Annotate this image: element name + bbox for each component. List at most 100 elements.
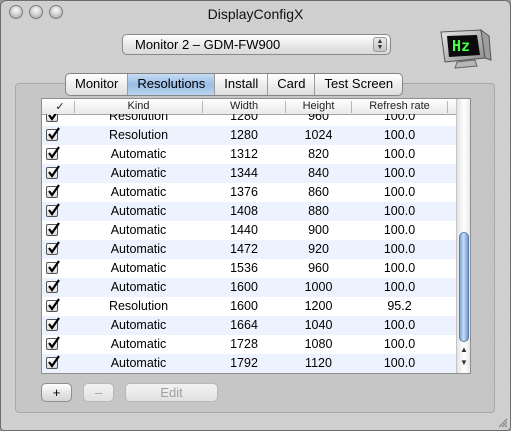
scroll-down-arrow-icon[interactable]: ▼ [459, 358, 469, 368]
cell-width: 1376 [230, 185, 258, 199]
cell-height: 820 [308, 147, 329, 161]
enabled-checkbox[interactable] [46, 114, 58, 122]
cell-kind: Automatic [110, 242, 167, 256]
cell-refresh-rate: 100.0 [383, 185, 416, 199]
cell-refresh-rate: 100.0 [383, 280, 416, 294]
cell-kind: Automatic [110, 204, 167, 218]
tab-resolutions[interactable]: Resolutions [128, 74, 216, 95]
table-row[interactable]: Resolution 1280 960 100.0 [42, 114, 456, 126]
cell-kind: Resolution [108, 128, 169, 142]
cell-refresh-rate: 100.0 [383, 242, 416, 256]
table-row[interactable]: Automatic 1440 900 100.0 [42, 221, 456, 240]
cell-height: 880 [308, 204, 329, 218]
cell-width: 1536 [230, 261, 258, 275]
table-row[interactable]: Automatic 1344 840 100.0 [42, 164, 456, 183]
table-row[interactable]: Automatic 1472 920 100.0 [42, 240, 456, 259]
cell-height: 900 [308, 223, 329, 237]
tab-card[interactable]: Card [268, 74, 316, 95]
tab-monitor[interactable]: Monitor [66, 74, 129, 95]
cell-height: 920 [308, 242, 329, 256]
window-title: DisplayConfigX [207, 6, 304, 22]
cell-kind: Automatic [110, 356, 167, 370]
cell-width: 1344 [230, 166, 258, 180]
cell-height: 960 [308, 114, 329, 123]
resolutions-table: ✓ Kind Width Height Refresh rate Resolut… [41, 98, 471, 374]
enabled-checkbox[interactable] [46, 146, 60, 160]
cell-kind: Automatic [110, 318, 167, 332]
table-row[interactable]: Automatic 1600 1000 100.0 [42, 278, 456, 297]
cell-width: 1664 [230, 318, 258, 332]
cell-height: 1000 [304, 280, 333, 294]
tab-bar: Monitor Resolutions Install Card Test Sc… [65, 73, 404, 96]
enabled-checkbox[interactable] [46, 260, 60, 274]
column-header-kind[interactable]: Kind [75, 100, 202, 112]
cell-width: 1792 [230, 356, 258, 370]
cell-refresh-rate: 100.0 [383, 356, 416, 370]
cell-width: 1312 [230, 147, 258, 161]
cell-height: 860 [308, 185, 329, 199]
resize-grip-icon[interactable] [496, 416, 508, 428]
cell-refresh-rate: 95.2 [387, 299, 412, 313]
cell-kind: Automatic [110, 166, 167, 180]
hz-monitor-icon: Hz [437, 28, 493, 72]
column-header-width[interactable]: Width [203, 100, 285, 112]
column-header-height[interactable]: Height [286, 100, 351, 112]
table-row[interactable]: Automatic 1792 1120 100.0 [42, 354, 456, 373]
table-row[interactable]: Resolution 1600 1200 95.2 [42, 297, 456, 316]
cell-kind: Resolution [108, 114, 169, 123]
vertical-scrollbar[interactable]: ▲ ▼ [456, 99, 470, 373]
cell-refresh-rate: 100.0 [383, 223, 416, 237]
enabled-checkbox[interactable] [46, 355, 60, 369]
table-row[interactable]: Automatic 1312 820 100.0 [42, 145, 456, 164]
table-row[interactable]: Automatic 1536 960 100.0 [42, 259, 456, 278]
table-row[interactable]: Automatic 1728 1080 100.0 [42, 335, 456, 354]
monitor-select[interactable]: Monitor 2 – GDM-FW900 ▲ ▼ [122, 34, 391, 55]
cell-kind: Automatic [110, 147, 167, 161]
cell-kind: Automatic [110, 337, 167, 351]
cell-width: 1472 [230, 242, 258, 256]
cell-refresh-rate: 100.0 [383, 261, 416, 275]
add-button[interactable]: + [41, 383, 72, 402]
cell-height: 1040 [304, 318, 333, 332]
cell-height: 1120 [305, 356, 332, 370]
title-bar[interactable]: DisplayConfigX [1, 1, 510, 25]
cell-refresh-rate: 100.0 [383, 337, 416, 351]
scroll-up-arrow-icon[interactable]: ▲ [459, 345, 469, 355]
tab-test-screen[interactable]: Test Screen [315, 74, 402, 95]
enabled-checkbox[interactable] [46, 279, 60, 293]
main-window: DisplayConfigX Monitor 2 – GDM-FW900 ▲ ▼ … [0, 0, 511, 431]
tab-install[interactable]: Install [215, 74, 269, 95]
enabled-checkbox[interactable] [46, 317, 60, 331]
cell-height: 1080 [304, 337, 333, 351]
column-header-refresh-rate[interactable]: Refresh rate [352, 100, 447, 112]
cell-width: 1408 [230, 204, 258, 218]
enabled-checkbox[interactable] [46, 165, 60, 179]
monitor-select-value: Monitor 2 – GDM-FW900 [135, 37, 281, 52]
cell-refresh-rate: 100.0 [383, 204, 416, 218]
enabled-checkbox[interactable] [46, 127, 60, 141]
enabled-checkbox[interactable] [46, 184, 60, 198]
cell-kind: Automatic [110, 185, 167, 199]
hz-badge-text: Hz [452, 37, 471, 55]
table-row[interactable]: Automatic 1664 1040 100.0 [42, 316, 456, 335]
scrollbar-thumb[interactable] [459, 232, 469, 342]
table-body: Resolution 1280 960 100.0 Resolution 1280 1024… [42, 114, 456, 373]
cell-kind: Resolution [108, 299, 169, 313]
enabled-checkbox[interactable] [46, 203, 60, 217]
cell-refresh-rate: 100.0 [383, 128, 416, 142]
table-header: ✓ Kind Width Height Refresh rate [42, 99, 456, 115]
enabled-checkbox[interactable] [46, 298, 60, 312]
enabled-checkbox[interactable] [46, 222, 60, 236]
enabled-checkbox[interactable] [46, 241, 60, 255]
cell-height: 1200 [304, 299, 333, 313]
remove-button[interactable]: – [83, 383, 114, 402]
edit-button[interactable]: Edit [125, 383, 218, 402]
table-row[interactable]: Resolution 1280 1024 100.0 [42, 126, 456, 145]
column-header-check[interactable]: ✓ [52, 100, 68, 113]
cell-width: 1600 [230, 280, 258, 294]
enabled-checkbox[interactable] [46, 336, 60, 350]
table-row[interactable]: Automatic 1408 880 100.0 [42, 202, 456, 221]
cell-width: 1280 [230, 128, 258, 142]
table-row[interactable]: Automatic 1376 860 100.0 [42, 183, 456, 202]
cell-refresh-rate: 100.0 [383, 114, 416, 123]
